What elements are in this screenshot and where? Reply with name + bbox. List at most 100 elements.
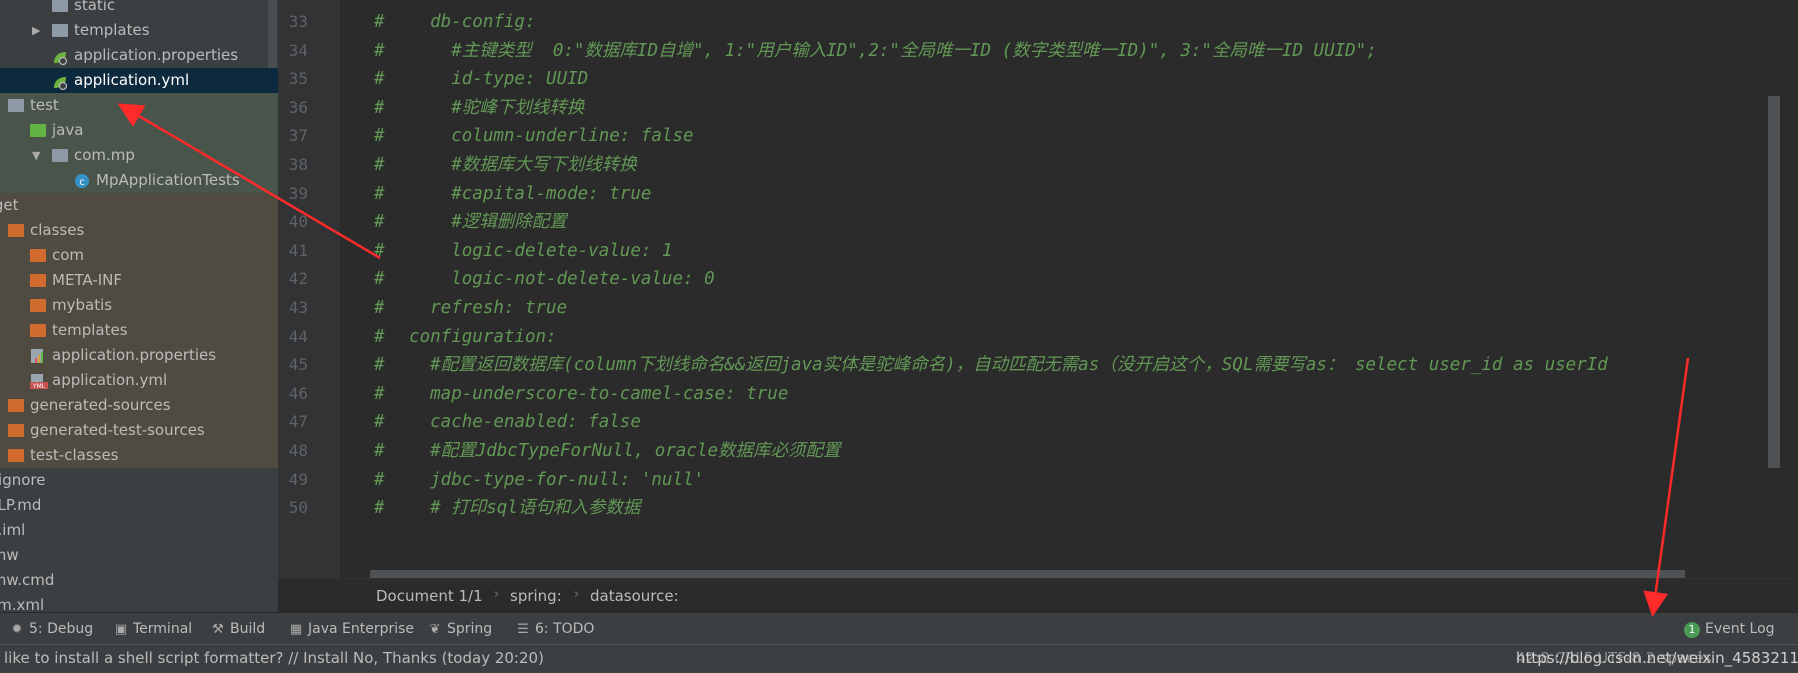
tree-item-label: test-classes <box>30 446 119 464</box>
comment-marker: # <box>374 469 385 490</box>
comment-marker: # <box>374 326 385 347</box>
svg-text:YML: YML <box>32 383 46 389</box>
tool-window-todo[interactable]: ☰ 6: TODO <box>516 619 594 639</box>
line-number: 42 <box>288 269 308 289</box>
code-line[interactable]: #数据库大写下划线转换 <box>388 149 637 181</box>
debug-icon: ✹ <box>11 622 23 637</box>
line-number: 34 <box>288 40 308 60</box>
code-line[interactable]: refresh: true <box>388 292 567 324</box>
tree-item[interactable]: ▶ templates <box>0 18 278 43</box>
line-number: 45 <box>288 355 308 375</box>
build-hammer-icon: ⚒ <box>212 622 224 637</box>
tree-item[interactable]: YML application.yml <box>0 368 278 393</box>
tree-item[interactable]: vnw.cmd <box>0 568 278 593</box>
tree-item-label: application.yml <box>52 371 168 389</box>
tree-item[interactable]: application.properties <box>0 343 278 368</box>
tree-item[interactable]: classes <box>0 218 278 243</box>
tree-item-label: java <box>52 121 84 139</box>
code-line[interactable]: #capital-mode: true <box>388 178 651 210</box>
spring-config-icon <box>52 48 68 66</box>
event-log-count-badge: 1 <box>1684 622 1700 638</box>
tool-window-spring[interactable]: ❦ Spring <box>428 619 493 639</box>
code-line[interactable]: logic-delete-value: 1 <box>388 235 672 267</box>
folder-icon <box>8 449 24 462</box>
comment-marker: # <box>374 155 385 175</box>
spring-leaf-icon: ❦ <box>429 622 441 637</box>
line-number: 33 <box>288 12 308 31</box>
code-line[interactable]: #配置JdbcTypeForNull, oracle数据库必须配置 <box>388 435 840 467</box>
tree-item[interactable]: templates <box>0 318 278 343</box>
tool-window-label: Java Enterprise <box>308 621 415 637</box>
code-line[interactable]: cache-enabled: false <box>388 406 641 438</box>
line-number: 50 <box>288 498 308 518</box>
tree-item[interactable]: test-classes <box>0 443 278 468</box>
tool-window-debug[interactable]: ✹ 5: Debug <box>10 619 94 639</box>
code-editor[interactable]: # db-config: # #主键类型 0:"数据库ID自增", 1:"用户输入… <box>340 0 1780 578</box>
tree-item-label: application.yml <box>74 71 190 89</box>
tree-item[interactable]: static <box>0 0 278 18</box>
tree-item[interactable]: c MpApplicationTests <box>0 168 278 193</box>
tree-item-label: META-INF <box>52 271 123 289</box>
tool-window-terminal[interactable]: ▣ Terminal <box>114 619 192 639</box>
tree-item-label: generated-test-sources <box>30 421 205 439</box>
folder-icon <box>30 249 46 262</box>
tree-item[interactable]: com <box>0 243 278 268</box>
code-line[interactable]: map-underscore-to-camel-case: true <box>388 378 788 410</box>
tool-window-label: Terminal <box>133 621 193 637</box>
tree-item[interactable]: om.xml <box>0 593 278 612</box>
tree-item[interactable]: ELP.md <box>0 493 278 518</box>
tree-item-label: generated-sources <box>30 396 171 414</box>
status-message[interactable]: like to install a shell script formatter… <box>4 649 544 667</box>
tree-item-label: rget <box>0 196 19 214</box>
todo-list-icon: ☰ <box>517 622 529 637</box>
code-line[interactable]: column-underline: false <box>388 120 693 152</box>
folder-icon <box>30 274 46 287</box>
editor-vertical-scrollbar[interactable] <box>1768 96 1780 468</box>
tree-item[interactable]: application.yml <box>0 68 278 93</box>
code-line[interactable]: db-config: <box>388 6 535 38</box>
tree-item-label: com <box>52 246 85 264</box>
java-enterprise-icon: ▦ <box>289 622 303 637</box>
expand-arrow-open-icon[interactable]: ▼ <box>32 143 40 168</box>
tree-item[interactable]: generated-test-sources <box>0 418 278 443</box>
expand-arrow-closed-icon[interactable]: ▶ <box>32 18 40 43</box>
tree-item[interactable]: application.properties <box>0 43 278 68</box>
tree-item[interactable]: mybatis <box>0 293 278 318</box>
code-line[interactable]: #逻辑删除配置 <box>388 206 567 238</box>
line-number: 46 <box>288 383 308 403</box>
code-line[interactable]: #配置返回数据库(column下划线命名&&返回java实体是驼峰命名)，自动匹… <box>388 349 1608 381</box>
code-line[interactable]: #驼峰下划线转换 <box>388 92 584 124</box>
class-icon: c <box>74 172 90 188</box>
tree-item[interactable]: java <box>0 118 278 143</box>
comment-marker: # <box>374 69 385 90</box>
breadcrumb-document[interactable]: Document 1/1 <box>376 587 483 605</box>
code-line[interactable]: logic-not-delete-value: 0 <box>388 263 714 295</box>
tree-item[interactable]: generated-sources <box>0 393 278 418</box>
tool-window-bar: ✹ 5: Debug ▣ Terminal ⚒ Build ▦ Java Enterpr… <box>0 612 1798 645</box>
comment-marker: # <box>374 441 385 461</box>
folder-icon <box>8 399 24 412</box>
tool-window-build[interactable]: ⚒ Build <box>211 619 265 639</box>
spring-config-icon <box>52 73 68 91</box>
code-line[interactable]: id-type: UUID <box>388 63 588 95</box>
tree-item[interactable]: vnw <box>0 543 278 568</box>
tree-item[interactable]: test <box>0 93 278 118</box>
tree-item[interactable]: rget <box>0 193 278 218</box>
comment-marker: # <box>374 126 385 147</box>
code-line[interactable]: #主键类型 0:"数据库ID自增", 1:"用户输入ID",2:"全局唯一ID … <box>388 35 1377 67</box>
code-line[interactable]: # 打印sql语句和入参数据 <box>388 492 640 524</box>
tree-item[interactable]: META-INF <box>0 268 278 293</box>
tree-item[interactable]: itignore <box>0 468 278 493</box>
line-number: 37 <box>288 126 308 146</box>
tree-item[interactable]: p.iml <box>0 518 278 543</box>
comment-marker: # <box>374 383 385 404</box>
code-line[interactable]: configuration: <box>388 321 557 353</box>
properties-file-icon <box>30 347 46 363</box>
tree-item[interactable]: ▼ com.mp <box>0 143 278 168</box>
event-log-button[interactable]: 1 Event Log <box>1684 619 1775 639</box>
breadcrumb-spring[interactable]: spring: <box>510 587 562 605</box>
breadcrumb-datasource[interactable]: datasource: <box>590 587 679 605</box>
code-line[interactable]: jdbc-type-for-null: 'null' <box>388 464 704 496</box>
tree-item-label: vnw <box>0 546 19 564</box>
tool-window-java-enterprise[interactable]: ▦ Java Enterprise <box>289 619 414 639</box>
